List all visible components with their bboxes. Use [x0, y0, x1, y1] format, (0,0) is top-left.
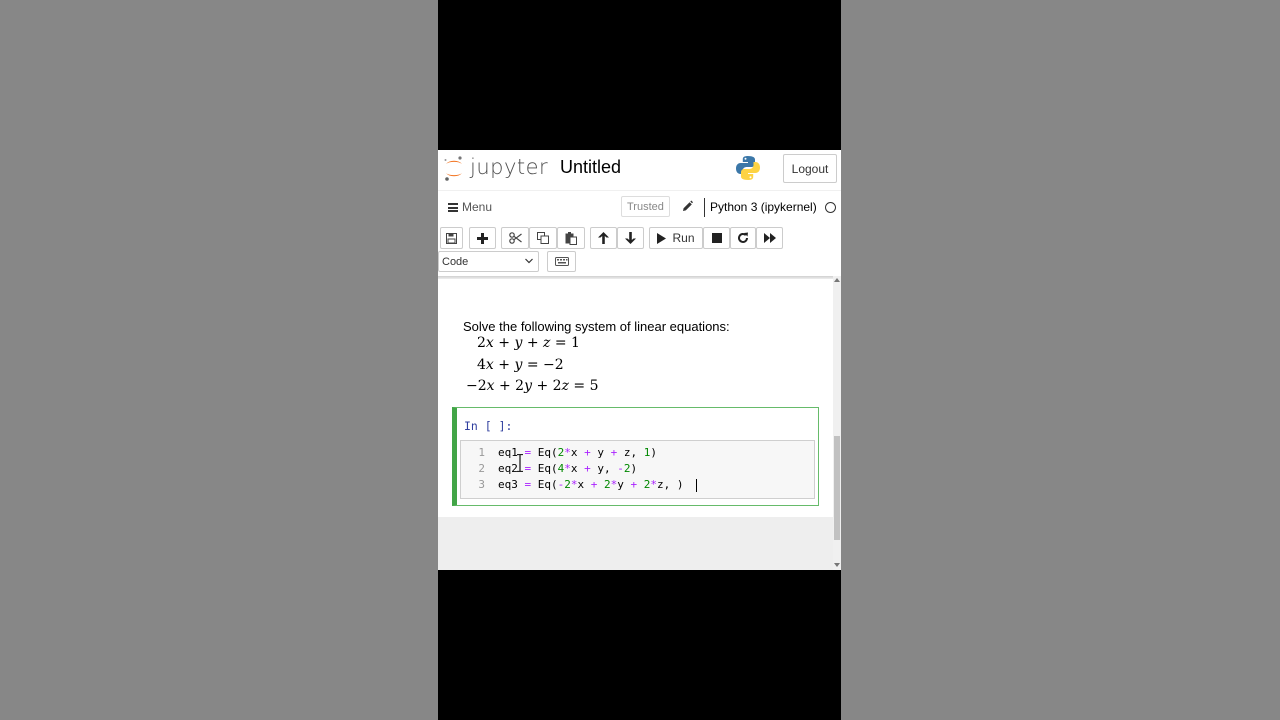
cut-cell-button[interactable] [501, 227, 529, 249]
save-icon [446, 232, 457, 244]
menu-label: Menu [462, 200, 493, 214]
menu-button[interactable]: Menu [448, 200, 492, 214]
run-cell-button[interactable]: Run [649, 227, 703, 249]
restart-icon [738, 232, 748, 243]
cell-type-value: Code [442, 255, 469, 268]
notebook-header: jupyter Untitled Logout [438, 150, 841, 190]
copy-icon [537, 232, 549, 244]
line-number: 3 [478, 478, 485, 491]
scroll-down-arrow-icon[interactable] [834, 563, 840, 567]
video-frame: jupyter Untitled Logout Menu Trusted Pyt [438, 0, 841, 720]
notebook-container[interactable]: Solve the following system of linear equ… [438, 276, 841, 570]
keyboard-icon [554, 257, 569, 266]
python-logo-icon [736, 156, 760, 180]
kernel-idle-indicator-icon [825, 202, 836, 213]
move-cell-down-button[interactable] [617, 227, 644, 249]
ibeam-cursor-icon [517, 454, 523, 472]
equation-1: 2x + y + z = 1 [477, 335, 580, 351]
text-cursor [696, 479, 697, 492]
code-text: eq3 = Eq(-2*x + 2*y + 2*z, ) [498, 478, 684, 491]
arrow-up-icon [598, 232, 609, 244]
chevron-down-icon [525, 258, 533, 264]
left-backdrop [0, 0, 438, 720]
code-cell[interactable]: In [ ]: 1 eq1 = Eq(2*x + y + z, 1) 2 eq2… [452, 407, 819, 506]
jupyter-notebook-app: jupyter Untitled Logout Menu Trusted Pyt [438, 150, 841, 570]
scissors-icon [508, 232, 522, 244]
plus-icon [477, 232, 488, 244]
paste-icon [565, 231, 577, 245]
right-backdrop [841, 0, 1280, 720]
trusted-badge[interactable]: Trusted [621, 196, 670, 217]
kernel-separator [704, 198, 705, 217]
equation-3: −2x + 2y + 2z = 5 [466, 378, 599, 394]
markdown-intro-text: Solve the following system of linear equ… [463, 319, 730, 334]
paste-cell-button[interactable] [557, 227, 585, 249]
code-line: 2 eq2 = Eq(4*x + y, -2) [461, 462, 814, 478]
scrollbar-thumb[interactable] [834, 436, 840, 540]
arrow-down-icon [625, 232, 636, 244]
hamburger-icon [448, 202, 458, 212]
jupyter-wordmark: jupyter [470, 155, 549, 179]
equation-2: 4x + y = −2 [477, 357, 564, 373]
interrupt-kernel-button[interactable] [703, 227, 730, 249]
pencil-icon[interactable] [681, 199, 693, 213]
notebook-page: Solve the following system of linear equ… [438, 279, 833, 517]
stop-icon [711, 233, 722, 243]
logout-button[interactable]: Logout [783, 154, 837, 183]
menu-bar: Menu Trusted Python 3 (ipykernel) [438, 190, 841, 224]
copy-cell-button[interactable] [529, 227, 557, 249]
insert-cell-button[interactable] [469, 227, 496, 249]
restart-kernel-button[interactable] [730, 227, 756, 249]
run-label: Run [672, 231, 695, 245]
notebook-toolbar: Run Code [438, 224, 841, 276]
save-button[interactable] [440, 227, 463, 249]
kernel-name[interactable]: Python 3 (ipykernel) [710, 200, 817, 214]
fast-forward-icon [763, 233, 776, 243]
command-palette-button[interactable] [547, 251, 576, 272]
line-number: 1 [478, 446, 485, 459]
notebook-title[interactable]: Untitled [560, 157, 621, 178]
scroll-up-arrow-icon[interactable] [834, 278, 840, 282]
code-editor[interactable]: 1 eq1 = Eq(2*x + y + z, 1) 2 eq2 = Eq(4*… [460, 440, 815, 499]
input-prompt: In [ ]: [464, 419, 513, 433]
move-cell-up-button[interactable] [590, 227, 617, 249]
line-number: 2 [478, 462, 485, 475]
cell-type-select[interactable]: Code [438, 251, 539, 272]
restart-run-all-button[interactable] [756, 227, 783, 249]
jupyter-logo-icon[interactable] [443, 155, 465, 182]
code-line: 3 eq3 = Eq(-2*x + 2*y + 2*z, ) [461, 478, 814, 494]
code-line: 1 eq1 = Eq(2*x + y + z, 1) [461, 446, 814, 462]
play-icon [657, 232, 667, 244]
